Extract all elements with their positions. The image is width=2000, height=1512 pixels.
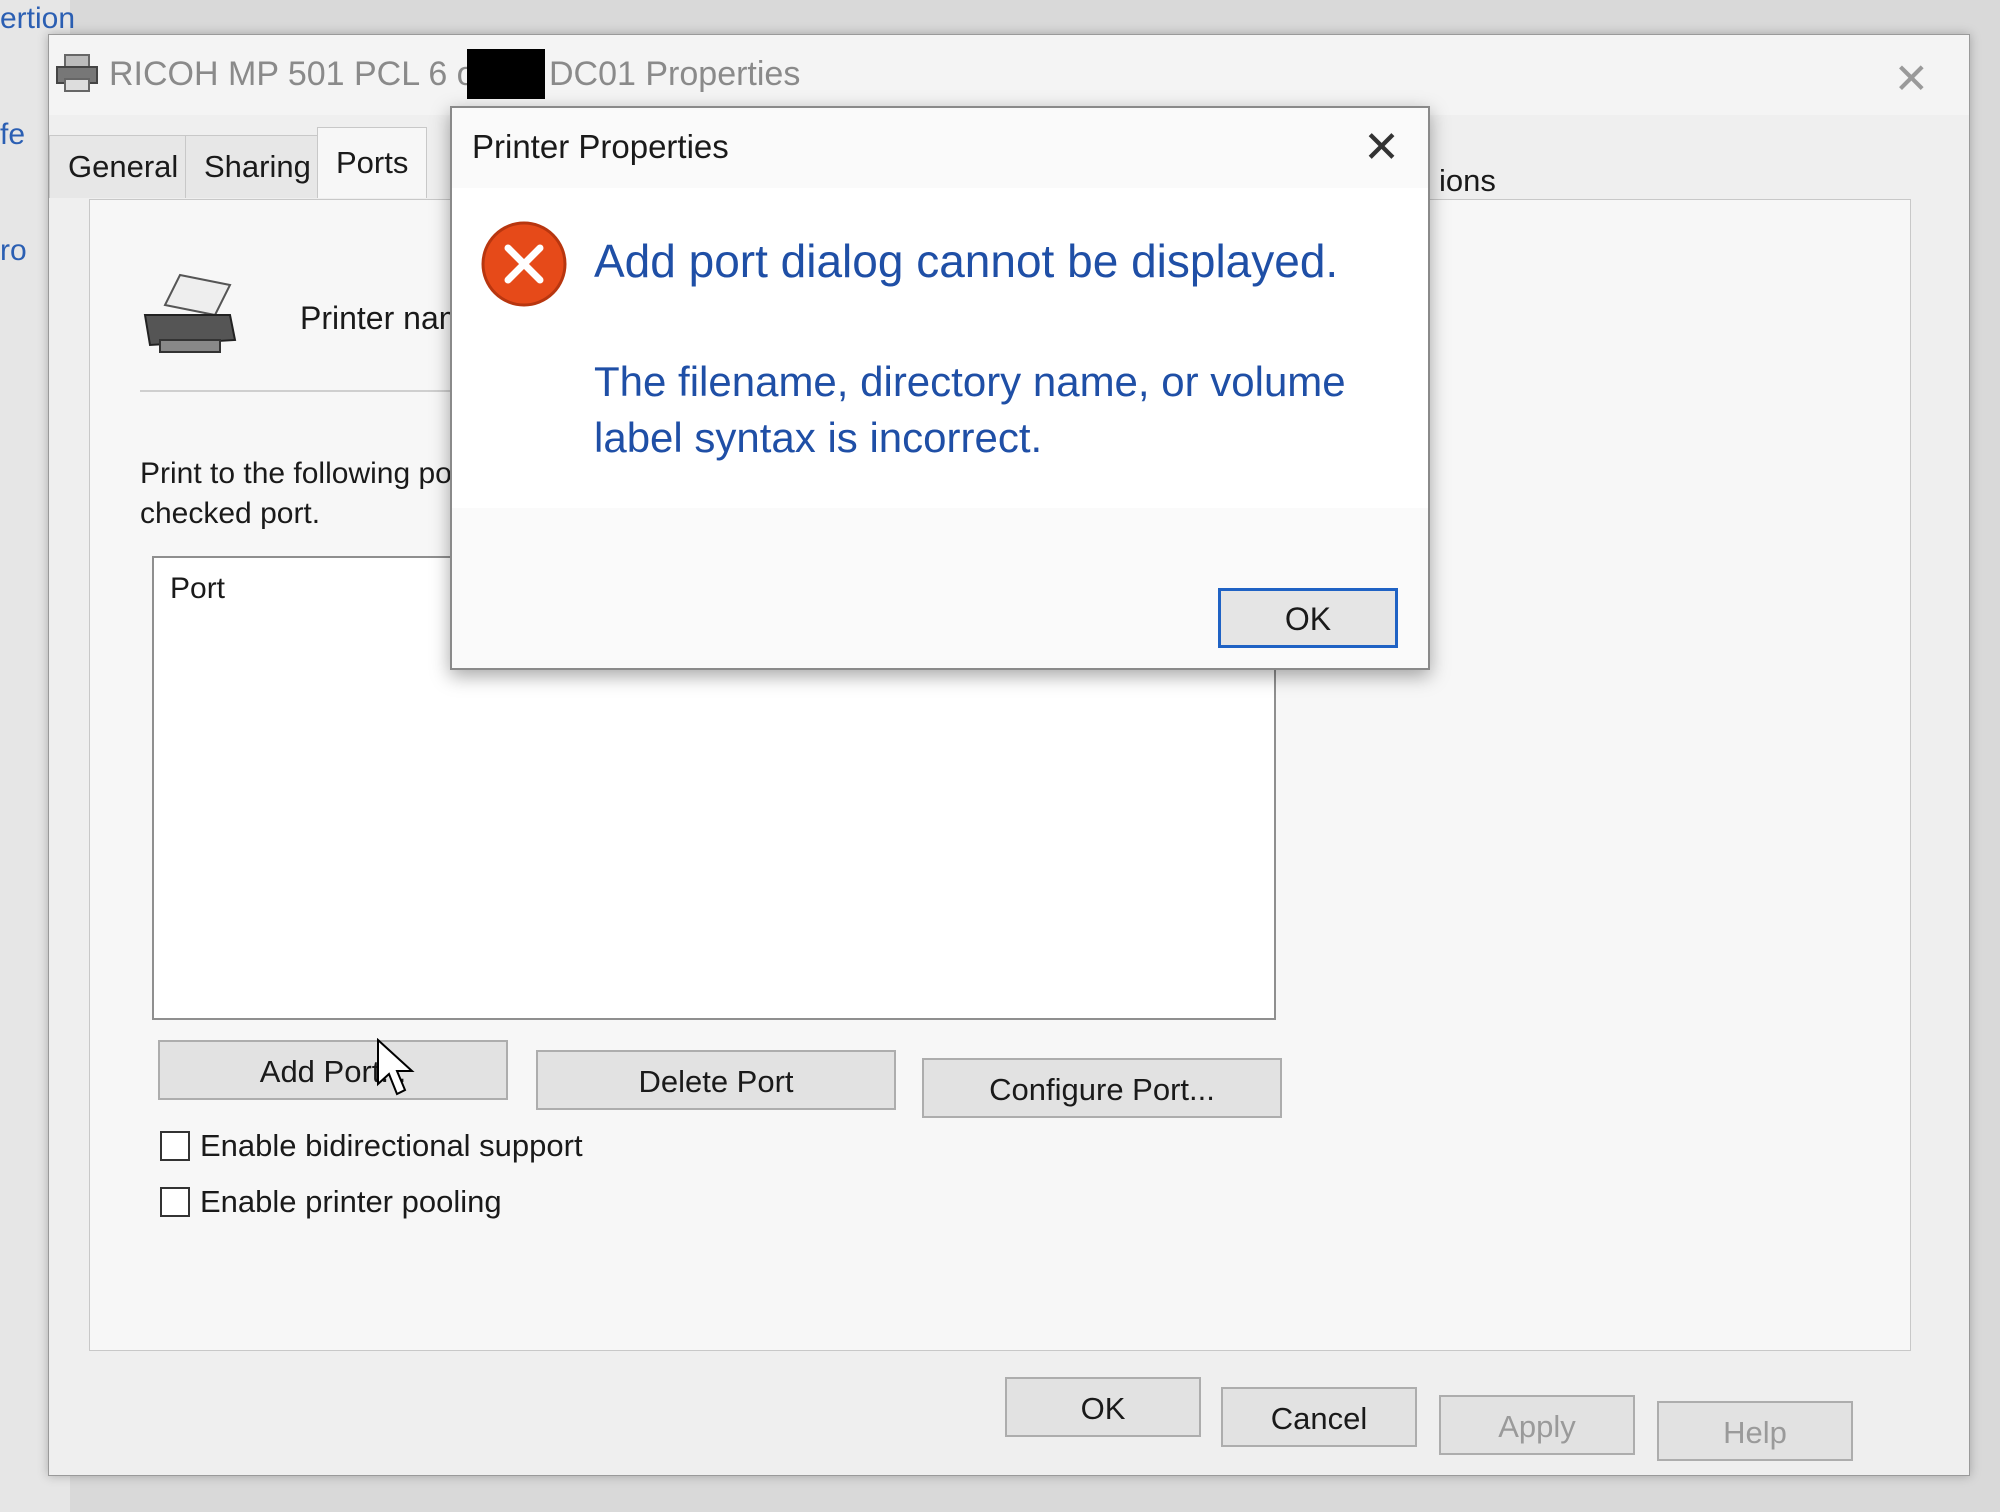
close-button[interactable]: ✕ xyxy=(1894,58,1929,100)
bidirectional-support-checkbox[interactable] xyxy=(160,1130,190,1161)
configure-port-button[interactable]: Configure Port... xyxy=(922,1058,1282,1118)
error-dialog: Printer Properties ✕ Add port dialog can… xyxy=(450,106,1430,670)
help-button[interactable]: Help xyxy=(1657,1401,1853,1461)
mouse-cursor-icon xyxy=(377,1038,415,1096)
cancel-button[interactable]: Cancel xyxy=(1221,1387,1417,1447)
apply-button[interactable]: Apply xyxy=(1439,1395,1635,1455)
printer-icon xyxy=(143,273,237,353)
bidirectional-support-label[interactable]: Enable bidirectional support xyxy=(200,1128,583,1163)
delete-port-button[interactable]: Delete Port xyxy=(536,1050,896,1110)
printer-pooling-label[interactable]: Enable printer pooling xyxy=(200,1184,502,1219)
background-text-fragment: ro xyxy=(0,234,27,267)
tab-sharing[interactable]: Sharing xyxy=(185,135,330,198)
error-main-message: Add port dialog cannot be displayed. xyxy=(594,235,1339,287)
dialog-ok-button[interactable]: OK xyxy=(1218,588,1398,648)
printer-pooling-checkbox-row[interactable]: Enable printer pooling xyxy=(160,1182,502,1220)
bidirectional-support-checkbox-row[interactable]: Enable bidirectional support xyxy=(160,1126,583,1164)
dialog-message-area: Add port dialog cannot be displayed. The… xyxy=(452,188,1428,508)
tab-partial-label[interactable]: ions xyxy=(1439,163,1496,199)
tab-ports[interactable]: Ports xyxy=(317,127,428,198)
port-column-header[interactable]: Port xyxy=(170,572,225,606)
error-icon xyxy=(481,221,567,307)
redaction-block xyxy=(467,49,545,99)
window-title-suffix: DC01 Properties xyxy=(549,55,801,93)
window-title: RICOH MP 501 PCL 6 on xyxy=(109,55,495,93)
tab-general[interactable]: General xyxy=(49,135,198,198)
printer-pooling-checkbox[interactable] xyxy=(160,1186,190,1217)
background-text-fragment: fe xyxy=(0,118,26,151)
add-port-button[interactable]: Add Port... xyxy=(158,1040,508,1100)
dialog-close-button[interactable]: ✕ xyxy=(1363,126,1400,170)
background-text-fragment: ertion xyxy=(0,2,76,35)
dialog-title: Printer Properties xyxy=(472,128,729,165)
title-bar: RICOH MP 501 PCL 6 on DC01 Properties ✕ xyxy=(49,35,1969,115)
error-detail-message: The filename, directory name, or volume … xyxy=(594,358,1346,461)
printer-icon xyxy=(56,54,98,92)
ok-button[interactable]: OK xyxy=(1005,1377,1201,1437)
